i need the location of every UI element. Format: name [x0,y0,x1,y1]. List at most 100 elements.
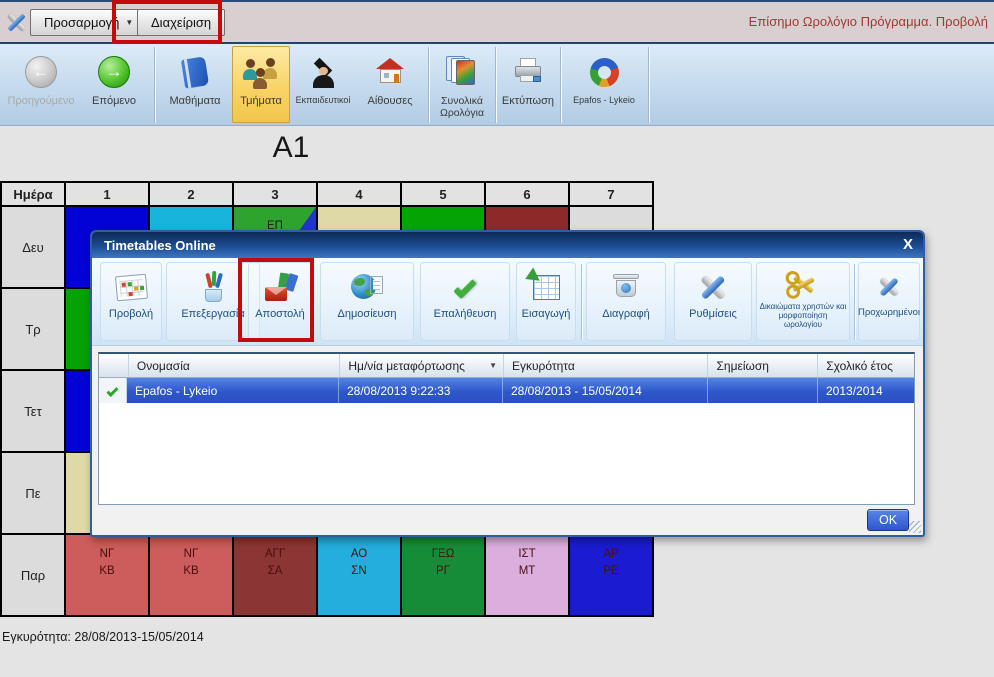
cell-note [708,378,818,403]
cell-teacher-code: ΣΝ [351,563,366,580]
ribbon-separator [648,47,649,123]
day-label: Δευ [2,207,64,287]
cell-subject-code: ΑΡ [603,546,618,563]
column-header-validity[interactable]: Εγκυρότητα [504,354,709,377]
teachers-button[interactable]: Εκπαιδευτικοί [292,46,354,123]
publish-button[interactable]: Δημοσίευση [320,262,414,341]
cell-teacher-code: ΚΒ [183,563,198,580]
next-button[interactable]: → Επόμενο [78,46,150,123]
gold-keys-icon [787,266,819,302]
customize-label: Προσαρμογή [44,15,119,30]
timetables-table: Ονομασία Ημ/νία μεταφόρτωσης ▼ Εγκυρότητ… [98,352,915,505]
period-header: 6 [486,183,568,205]
ribbon-separator [495,47,496,123]
cell-subject-code: ΝΓ [100,546,115,563]
view-button[interactable]: Προβολή [100,262,162,341]
page-title: A1 [0,131,582,165]
timetable-cell[interactable]: ΙΣΤ ΜΤ [486,535,568,615]
cell-school-year: 2013/2014 [818,378,914,403]
period-header: 4 [318,183,400,205]
ribbon-toolbar: ← Προηγούμενο → Επόμενο Μαθήματα Τμήματα… [0,44,994,126]
graduate-icon [306,52,340,92]
period-header: 3 [234,183,316,205]
previous-button: ← Προηγούμενο [4,46,78,123]
rooms-button[interactable]: Αίθουσες [355,46,425,123]
timetables-online-dialog: Timetables Online X Προβολή Επεξεργασία … [90,230,925,537]
ribbon-separator [428,47,429,123]
permissions-button[interactable]: Δικαιώματα χρηστών και μορφοποίηση ωρολο… [756,262,850,341]
settings-button[interactable]: Ρυθμίσεις [674,262,752,341]
cell-subject-code: ΝΓ [184,546,199,563]
wrench-screwdriver-icon [697,266,729,308]
cell-teacher-code: ΣΑ [268,563,283,580]
tools-icon[interactable] [5,10,29,34]
dialog-toolbar-separator [854,264,855,340]
arrow-left-circle-icon: ← [25,52,57,92]
timetable-cell[interactable]: ΝΓ ΚΒ [66,535,148,615]
column-header-note[interactable]: Σημείωση [708,354,818,377]
ok-button[interactable]: OK [867,509,909,531]
globe-document-icon [351,266,384,308]
overall-timetables-button[interactable]: Συνολικά Ωρολόγια [431,46,493,123]
cell-subject-code: ΙΣΤ [518,546,535,563]
period-header: 1 [66,183,148,205]
column-header-upload-date[interactable]: Ημ/νία μεταφόρτωσης ▼ [340,354,504,377]
stacked-sheets-icon [445,52,479,92]
column-header-school-year[interactable]: Σχολικό έτος [818,354,914,377]
table-row[interactable]: Epafos - Lykeio 28/08/2013 9:22:33 28/08… [99,378,914,403]
cell-subject-code: ΑΟ [351,546,367,563]
cell-validity: 28/08/2013 - 15/05/2014 [503,378,708,403]
active-check-icon [99,378,127,403]
cell-teacher-code: ΜΤ [519,563,536,580]
wrench-screwdriver-icon [876,266,902,308]
timetable-cell[interactable]: ΓΕΩ ΡΓ [402,535,484,615]
table-header-row: Ονομασία Ημ/νία μεταφόρτωσης ▼ Εγκυρότητ… [99,354,914,378]
print-button[interactable]: Εκτύπωση [498,46,558,123]
recycle-bin-icon [610,266,642,308]
pencil-cup-icon [197,266,229,308]
dialog-toolbar: Προβολή Επεξεργασία Αποστολή Δημοσίευση … [92,258,923,346]
verify-button[interactable]: Επαλήθευση [420,262,510,341]
cell-name: Epafos - Lykeio [127,378,339,403]
cell-teacher-code: ΡΕ [603,563,618,580]
check-column-header [99,354,129,377]
resize-grip[interactable] [909,521,921,533]
timetable-cell[interactable]: ΑΡ ΡΕ [570,535,652,615]
column-header-name[interactable]: Ονομασία [129,354,340,377]
day-column-header: Ημέρα [2,183,64,205]
period-header: 7 [570,183,652,205]
delete-button[interactable]: Διαγραφή [586,262,666,341]
import-button[interactable]: Εισαγωγή [516,262,576,341]
cell-teacher-code: ΡΓ [436,563,450,580]
advanced-button[interactable]: Προχωρημένοι [858,262,920,341]
dialog-title-bar[interactable]: Timetables Online X [92,232,923,258]
timetable-cell[interactable]: ΝΓ ΚΒ [150,535,232,615]
subjects-button[interactable]: Μαθήματα [159,46,231,123]
day-label: Πε [2,453,64,533]
book-icon [183,52,207,92]
classes-button[interactable]: Τμήματα [232,46,290,123]
selected-row-values: Epafos - Lykeio 28/08/2013 9:22:33 28/08… [127,378,914,403]
dialog-title: Timetables Online [104,238,216,253]
day-label: Τρ [2,289,64,369]
printer-icon [512,52,544,92]
cell-subject-code: ΓΕΩ [432,546,455,563]
table-import-icon [533,266,560,308]
validity-status-text: Εγκυρότητα: 28/08/2013-15/05/2014 [2,630,204,644]
people-group-icon [243,52,279,92]
timetable-cell[interactable]: ΑΟ ΣΝ [318,535,400,615]
view-mode-text: Επίσημο Ωρολόγιο Πρόγραμμα. Προβολή [749,14,988,29]
timetable-cell[interactable]: ΑΓΓ ΣΑ [234,535,316,615]
ribbon-separator [560,47,561,123]
cell-subject-code: ΑΓΓ [265,546,285,563]
period-header: 2 [150,183,232,205]
close-icon[interactable]: X [903,236,913,254]
arrow-right-circle-icon: → [98,52,130,92]
period-header: 5 [402,183,484,205]
school-sync-button[interactable]: Epafos - Lykeio [563,46,645,123]
circular-arrows-icon [590,52,619,92]
cell-teacher-code: ΚΒ [99,563,114,580]
green-checkmark-icon [454,266,476,308]
sort-descending-icon[interactable]: ▼ [489,361,497,370]
day-label: Παρ [2,535,64,615]
